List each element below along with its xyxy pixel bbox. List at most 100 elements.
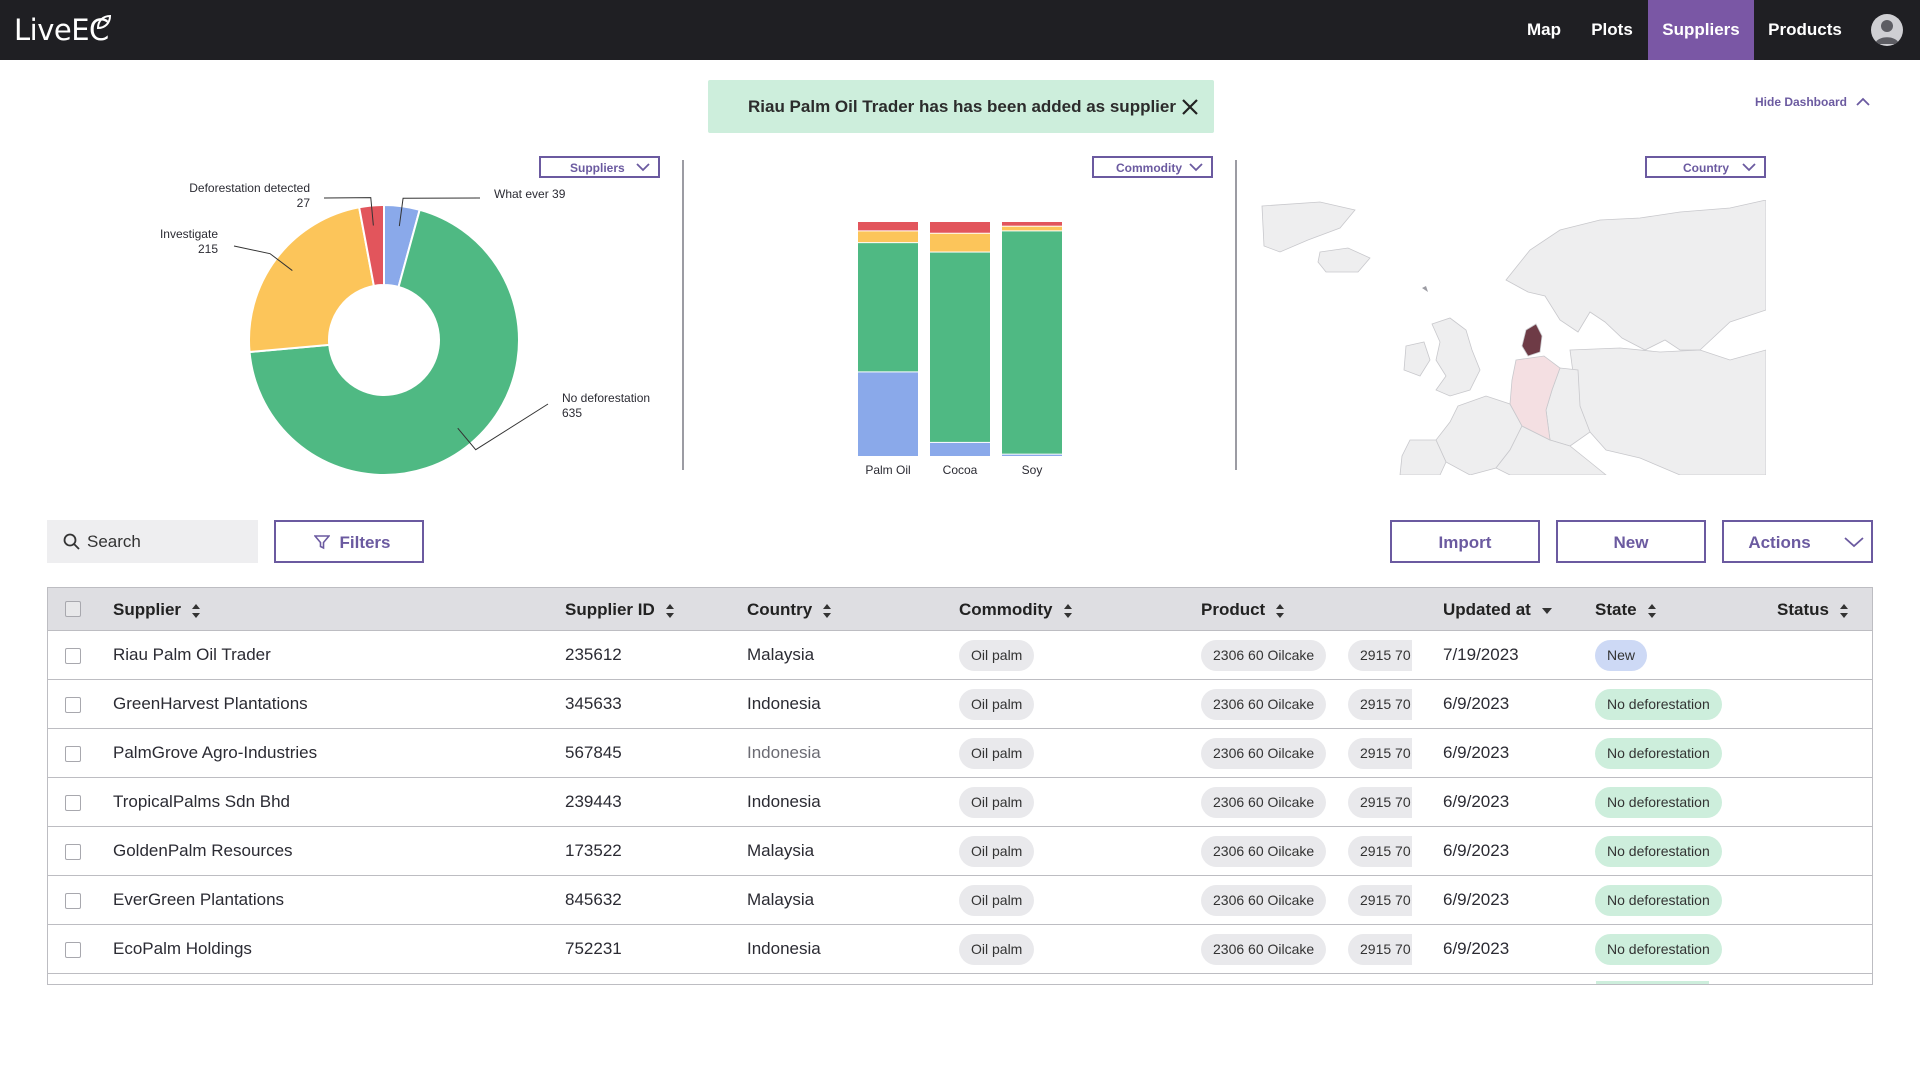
nav-item-suppliers[interactable]: Suppliers	[1648, 0, 1754, 60]
bar-segment-soy[interactable]	[1002, 222, 1062, 226]
search-input[interactable]: Search	[47, 520, 258, 563]
column-header-state[interactable]: State	[1595, 600, 1657, 620]
column-header-product[interactable]: Product	[1201, 600, 1285, 620]
bar-segment-palm-oil[interactable]	[858, 243, 918, 372]
table-row[interactable]: TropicalPalms Sdn Bhd 239443 Indonesia Oil …	[48, 778, 1872, 827]
import-button[interactable]: Import	[1390, 520, 1540, 563]
product-tag: 2306 60 Oilcake	[1201, 738, 1327, 769]
updated-at: 6/9/2023	[1443, 792, 1510, 811]
row-checkbox[interactable]	[65, 697, 81, 713]
country: Malaysia	[747, 645, 815, 664]
table-row[interactable]: GreenHarvest Plantations 345633 Indonesia O…	[48, 680, 1872, 729]
sort-icon	[1647, 603, 1656, 618]
bar-segment-palm-oil[interactable]	[858, 222, 918, 231]
country-dropdown-label: Country	[1683, 161, 1729, 175]
row-checkbox[interactable]	[65, 942, 81, 958]
updated-at: 6/9/2023	[1443, 890, 1510, 909]
bar-segment-palm-oil[interactable]	[858, 372, 918, 456]
table-row[interactable]: PalmGrove Agro-Industries 567845 Indonesia…	[48, 729, 1872, 778]
column-header-country[interactable]: Country	[747, 600, 832, 620]
bar-category-label: Cocoa	[943, 463, 978, 477]
state-badge: No deforestation	[1595, 934, 1722, 965]
supplier-name[interactable]: TropicalPalms Sdn Bhd	[113, 792, 290, 812]
bar-segment-soy[interactable]	[1002, 231, 1062, 454]
donut-label: 27	[297, 196, 311, 210]
commodity-tag: Oil palm	[959, 640, 1035, 671]
country: Indonesia	[747, 939, 821, 958]
toast-message: Riau Palm Oil Trader has has been added …	[748, 97, 1176, 116]
supplier-name[interactable]: Riau Palm Oil Trader	[113, 645, 271, 665]
nav-item-plots[interactable]: Plots	[1581, 0, 1643, 60]
updated-at: 6/9/2023	[1443, 841, 1510, 860]
sort-icon	[1839, 603, 1848, 618]
sort-icon	[192, 603, 201, 618]
logo-leaf-icon	[96, 14, 112, 30]
table-row[interactable]: EverGreen Plantations 845632 Malaysia Oil p…	[48, 876, 1872, 925]
user-icon	[1875, 20, 1899, 44]
bar-category-label: Soy	[1022, 463, 1043, 477]
product-tag: 2915 70	[1348, 885, 1412, 916]
supplier-name[interactable]: EverGreen Plantations	[113, 890, 284, 910]
commodity-tag: Oil palm	[959, 885, 1035, 916]
commodity-stacked-bar-chart: Palm Oil Cocoa Soy	[858, 222, 1062, 477]
hide-dashboard-link[interactable]: Hide Dashboard	[1755, 95, 1847, 109]
bar-segment-cocoa[interactable]	[930, 233, 990, 252]
row-checkbox[interactable]	[65, 795, 81, 811]
column-header-status[interactable]: Status	[1777, 600, 1849, 620]
donut-label: Investigate	[160, 227, 218, 241]
state-badge: No deforestation	[1595, 689, 1722, 720]
user-avatar[interactable]	[1871, 14, 1903, 46]
chevron-up-icon[interactable]	[1855, 96, 1871, 108]
table-row[interactable]: GoldenPalm Resources 173522 Malaysia Oil pa…	[48, 827, 1872, 876]
commodity-dropdown[interactable]: Commodity	[1092, 156, 1213, 178]
bar-segment-cocoa[interactable]	[930, 442, 990, 456]
supplier-name[interactable]: PalmGrove Agro-Industries	[113, 743, 317, 763]
supplier-name[interactable]: GreenHarvest Plantations	[113, 694, 308, 714]
close-icon[interactable]	[1180, 97, 1200, 117]
bar-segment-palm-oil[interactable]	[858, 231, 918, 243]
bar-segment-cocoa[interactable]	[930, 222, 990, 233]
bar-segment-soy[interactable]	[1002, 226, 1062, 231]
row-checkbox[interactable]	[65, 648, 81, 664]
state-badge: No deforestation	[1595, 836, 1722, 867]
product-tag: 2306 60 Oilcake	[1201, 836, 1327, 867]
actions-button[interactable]: Actions	[1722, 520, 1873, 563]
table-row[interactable]: Riau Palm Oil Trader 235612 Malaysia Oil pa…	[48, 631, 1872, 680]
column-header-supplier[interactable]: Supplier	[113, 600, 201, 620]
donut-label: 215	[198, 242, 218, 256]
country-map[interactable]	[1260, 200, 1766, 475]
bar-segment-soy[interactable]	[1002, 454, 1062, 456]
product-tag: 2915 70	[1348, 836, 1412, 867]
column-header-supplier-id[interactable]: Supplier ID	[565, 600, 675, 620]
table-row[interactable]: EcoPalm Holdings 752231 Indonesia Oil palm 2…	[48, 925, 1872, 974]
commodity-tag: Oil palm	[959, 689, 1035, 720]
row-checkbox[interactable]	[65, 746, 81, 762]
supplier-name[interactable]: EcoPalm Holdings	[113, 939, 252, 959]
supplier-name[interactable]: GoldenPalm Resources	[113, 841, 293, 861]
row-checkbox[interactable]	[65, 844, 81, 860]
country-dropdown[interactable]: Country	[1645, 156, 1766, 178]
top-nav-bar: LiveEC Map Plots Suppliers Products	[0, 0, 1920, 60]
table-header: Supplier Supplier ID Country Commodity P…	[48, 588, 1872, 631]
donut-slice-investigate[interactable]	[248, 206, 376, 354]
new-button[interactable]: New	[1556, 520, 1706, 563]
commodity-tag: Oil palm	[959, 934, 1035, 965]
sort-descending-icon	[1541, 607, 1552, 614]
product-tag: 2306 60 Oilcake	[1201, 689, 1327, 720]
updated-at: 6/9/2023	[1443, 694, 1510, 713]
suppliers-table: Supplier Supplier ID Country Commodity P…	[47, 587, 1873, 985]
column-header-updated-at[interactable]: Updated at	[1443, 600, 1553, 620]
nav-item-products[interactable]: Products	[1754, 0, 1856, 60]
nav-item-map[interactable]: Map	[1512, 0, 1576, 60]
commodity-tag: Oil palm	[959, 738, 1035, 769]
chevron-down-icon	[1844, 537, 1864, 548]
column-header-commodity[interactable]: Commodity	[959, 600, 1073, 620]
select-all-checkbox[interactable]	[65, 601, 81, 617]
app-logo[interactable]: LiveEC	[14, 13, 109, 47]
row-checkbox[interactable]	[65, 893, 81, 909]
state-badge: No deforestation	[1595, 738, 1722, 769]
bar-segment-cocoa[interactable]	[930, 252, 990, 442]
supplier-id: 845632	[565, 890, 622, 909]
filters-button[interactable]: Filters	[274, 520, 424, 563]
commodity-dropdown-label: Commodity	[1116, 161, 1182, 175]
